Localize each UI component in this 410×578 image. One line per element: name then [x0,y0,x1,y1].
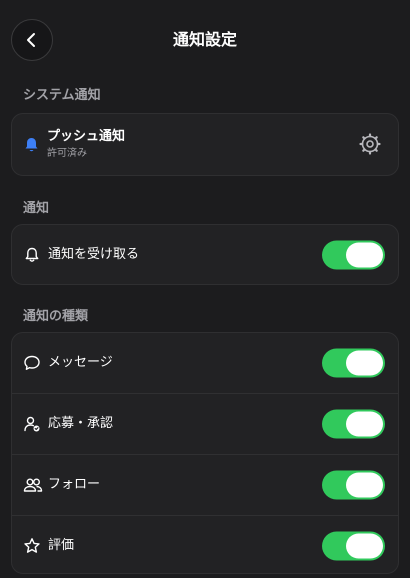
bell-outline-icon [23,246,41,264]
type-row-application[interactable]: 応募・承認 [12,393,398,454]
toggle-knob [346,242,383,267]
receive-notification-label: 通知を受け取る [48,246,140,262]
section-label-system: システム通知 [23,88,101,103]
type-label-message: メッセージ [48,355,113,370]
section-label-types: 通知の種類 [23,309,89,324]
push-notification-card[interactable]: プッシュ通知 許可済み [11,113,399,176]
toggle-knob [346,533,383,559]
notification-types-card: メッセージ 応募・承認 フォロー 評価 [11,332,399,574]
type-label-application: 応募・承認 [48,416,114,431]
type-row-follow[interactable]: フォロー [12,454,398,515]
chat-bubble-icon [23,354,41,372]
page-title: 通知設定 [172,30,237,49]
receive-notification-card: 通知を受け取る [11,224,399,285]
push-title: プッシュ通知 [47,129,126,144]
type-label-rating: 評価 [48,538,75,553]
follow-toggle[interactable] [322,470,385,500]
type-row-message[interactable]: メッセージ [12,333,398,393]
user-check-icon [23,415,41,433]
rating-toggle[interactable] [322,531,385,561]
header: 通知設定 [0,0,410,80]
receive-notification-row[interactable]: 通知を受け取る [12,225,398,284]
push-status: 許可済み [47,148,87,159]
type-row-rating[interactable]: 評価 [12,515,398,576]
bell-icon [24,137,39,153]
section-label-notify: 通知 [23,201,50,216]
toggle-knob [346,350,383,376]
star-icon [23,537,41,555]
type-label-follow: フォロー [48,477,101,492]
toggle-knob [346,411,383,437]
gear-icon[interactable] [359,133,381,155]
toggle-knob [346,472,383,498]
message-toggle[interactable] [322,348,385,378]
receive-notification-toggle[interactable] [322,240,385,269]
users-icon [23,476,43,494]
application-toggle[interactable] [322,409,385,439]
